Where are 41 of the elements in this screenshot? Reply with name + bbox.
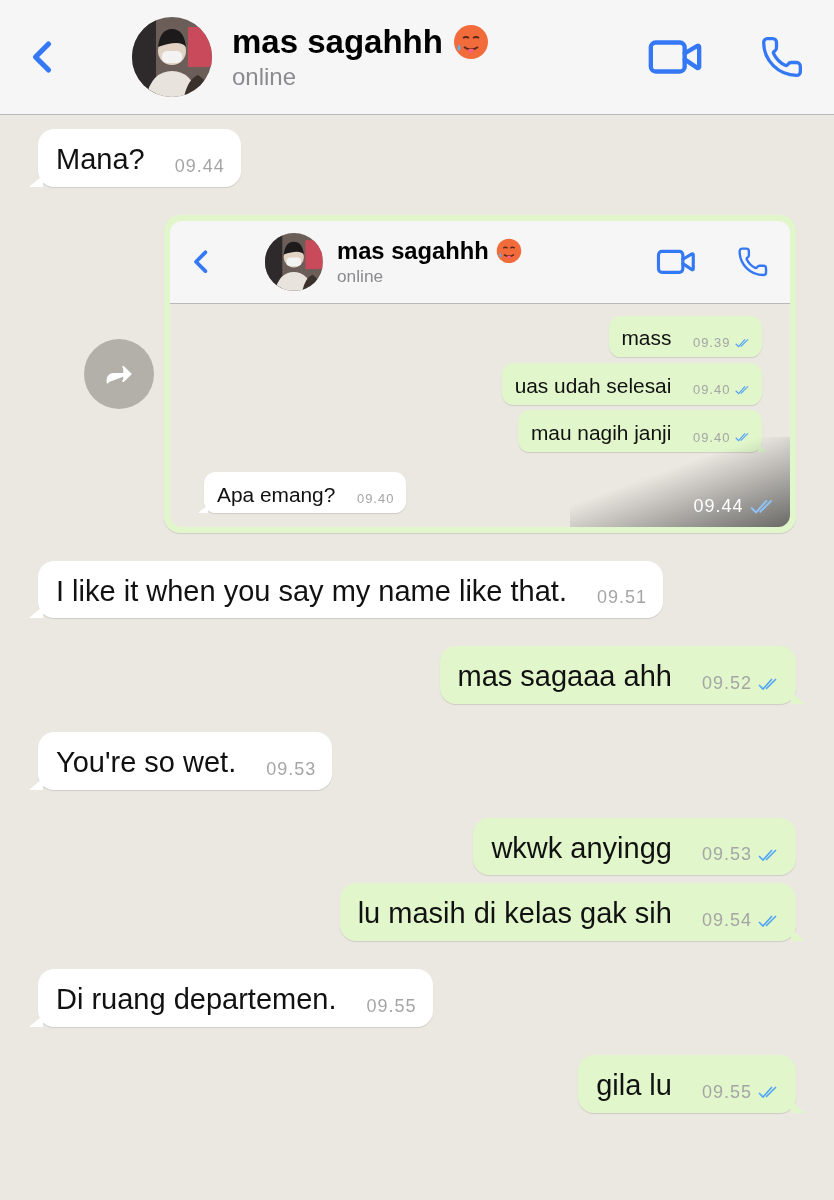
message-time: 09.54 bbox=[701, 910, 752, 932]
message-time: 09.40 bbox=[356, 491, 395, 507]
message-text: I like it when you say my name like that. bbox=[56, 573, 567, 609]
hot-face-emoji-icon bbox=[452, 24, 489, 60]
message-text: mau nagih janji bbox=[530, 419, 672, 446]
message-time: 09.44 bbox=[693, 495, 744, 517]
message-text: mass bbox=[621, 325, 672, 352]
message-text: Mana? bbox=[56, 142, 145, 177]
message-time: 09.53 bbox=[701, 844, 752, 866]
contact-status: online bbox=[232, 63, 298, 91]
read-ticks-icon bbox=[734, 384, 751, 395]
read-ticks-icon bbox=[758, 913, 780, 928]
phone-icon[interactable] bbox=[736, 245, 769, 278]
message-time: 09.52 bbox=[701, 673, 752, 695]
message-time: 09.53 bbox=[266, 758, 317, 780]
read-ticks-icon bbox=[758, 847, 780, 862]
message-text: uas udah selesai bbox=[514, 372, 672, 399]
message-time: 09.44 bbox=[174, 155, 225, 177]
message-text: lu masih di kelas gak sih bbox=[357, 896, 672, 932]
message-text: wkwk anyingg bbox=[491, 830, 672, 866]
message-text: Di ruang departemen. bbox=[56, 982, 337, 1018]
phone-icon[interactable] bbox=[760, 35, 804, 79]
message-time: 09.40 bbox=[692, 382, 731, 398]
message-time: 09.55 bbox=[701, 1081, 752, 1103]
contact-status: online bbox=[337, 265, 385, 287]
read-ticks-icon bbox=[734, 337, 751, 348]
message-time: 09.55 bbox=[366, 995, 417, 1017]
read-ticks-icon bbox=[758, 1085, 780, 1099]
message-text: mas sagaaa ahh bbox=[457, 659, 672, 695]
read-ticks-icon bbox=[734, 432, 751, 443]
message-time: 09.39 bbox=[692, 335, 731, 351]
read-ticks-icon bbox=[758, 676, 780, 691]
image-message[interactable]: mas sagahhh online mass 09.39 uas udah selesai 09.40 mau nagih janji 09.40 Apa emang? 09.40 09.44 bbox=[164, 214, 796, 533]
contact-name: mas sagahhh bbox=[337, 236, 489, 265]
hot-face-emoji-icon bbox=[496, 237, 522, 264]
message-text: You're so wet. bbox=[56, 745, 237, 781]
message-time: 09.51 bbox=[596, 587, 647, 609]
contact-name: mas sagahhh bbox=[232, 23, 443, 61]
message-text: gila lu bbox=[596, 1067, 672, 1103]
message-time: 09.40 bbox=[692, 429, 731, 445]
message-text: Apa emang? bbox=[216, 481, 336, 508]
